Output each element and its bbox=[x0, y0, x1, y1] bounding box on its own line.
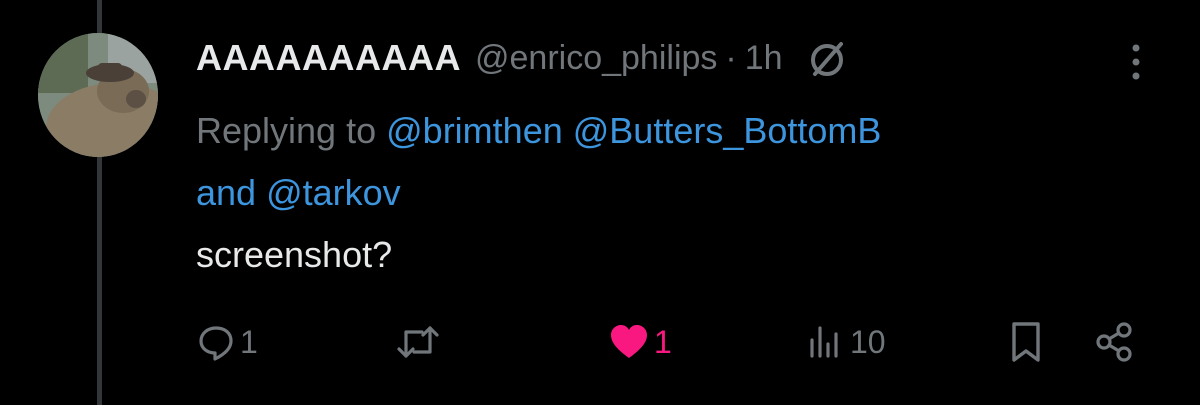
like-button[interactable]: 1 bbox=[608, 315, 672, 369]
share-button[interactable] bbox=[1094, 315, 1138, 369]
action-bar: 1 1 10 bbox=[196, 315, 1146, 369]
user-handle[interactable]: @enrico_philips bbox=[475, 39, 717, 78]
mention-link[interactable]: @Butters_BottomB bbox=[573, 110, 882, 151]
separator-dot: · bbox=[725, 38, 737, 77]
reply-button[interactable]: 1 bbox=[196, 315, 258, 369]
reply-count: 1 bbox=[240, 323, 258, 360]
reply-icon bbox=[196, 322, 236, 362]
replying-prefix: Replying to bbox=[196, 110, 377, 151]
heart-icon bbox=[608, 322, 650, 362]
bookmark-button[interactable] bbox=[1008, 315, 1044, 369]
view-count: 10 bbox=[850, 323, 886, 360]
avatar[interactable] bbox=[38, 33, 158, 157]
mention-joiner: and bbox=[196, 172, 257, 213]
timestamp[interactable]: 1h bbox=[745, 39, 783, 78]
tweet-header: AAAAAAAAAA @enrico_philips · 1h bbox=[196, 34, 849, 82]
mention-link[interactable]: @tarkov bbox=[266, 172, 401, 213]
mention-link[interactable]: @brimthen bbox=[386, 110, 563, 151]
more-vertical-icon[interactable] bbox=[1124, 40, 1148, 84]
display-name[interactable]: AAAAAAAAAA bbox=[196, 37, 461, 79]
tweet-text: screenshot? bbox=[196, 234, 393, 275]
like-count: 1 bbox=[654, 323, 672, 360]
replying-to: Replying to @brimthen @Butters_BottomB a… bbox=[196, 100, 1146, 224]
share-icon bbox=[1094, 320, 1138, 364]
bookmark-icon bbox=[1008, 320, 1044, 364]
retweet-button[interactable] bbox=[396, 315, 444, 369]
avatar-image bbox=[38, 33, 158, 157]
retweet-icon bbox=[396, 322, 440, 362]
slash-circle-icon[interactable] bbox=[805, 36, 849, 80]
views-button[interactable]: 10 bbox=[806, 315, 886, 369]
views-icon bbox=[806, 322, 846, 362]
